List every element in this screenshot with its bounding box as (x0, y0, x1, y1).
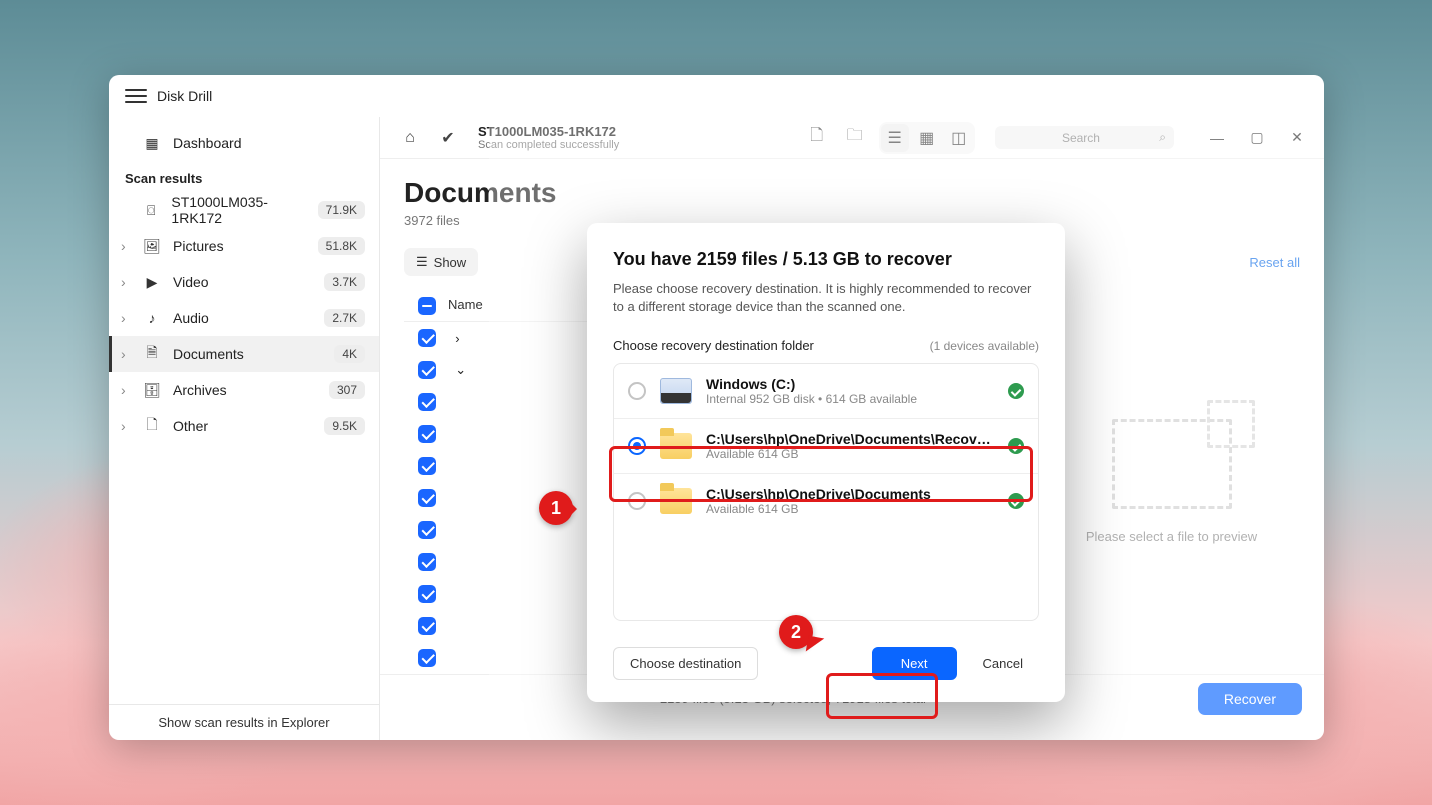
sidebar-item-drive[interactable]: ⌼ ST1000LM035-1RK172 71.9K (109, 192, 379, 228)
select-all-checkbox[interactable] (418, 297, 436, 315)
checkbox[interactable] (418, 489, 436, 507)
checkbox[interactable] (418, 553, 436, 571)
choose-destination-button[interactable]: Choose destination (613, 647, 758, 680)
chevron-right-icon: › (121, 382, 126, 398)
label: Dashboard (173, 135, 242, 151)
count-badge: 2.7K (324, 309, 365, 327)
image-icon: 🖼 (143, 237, 161, 255)
checkbox[interactable] (418, 425, 436, 443)
drive-icon: ⌼ (143, 201, 159, 219)
modal-body: Please choose recovery destination. It i… (613, 280, 1039, 316)
radio[interactable] (628, 382, 646, 400)
destination-list: Windows (C:)Internal 952 GB disk • 614 G… (613, 363, 1039, 621)
recovery-destination-modal: You have 2159 files / 5.13 GB to recover… (587, 223, 1065, 702)
sidebar-item-other[interactable]: › 🗋 Other 9.5K (109, 408, 379, 444)
grid-icon: ▦ (143, 134, 161, 152)
devices-available: (1 devices available) (930, 339, 1039, 353)
checkbox[interactable] (418, 521, 436, 539)
home-icon[interactable]: ⌂ (396, 124, 424, 152)
chevron-right-icon: › (121, 274, 126, 290)
radio[interactable] (628, 492, 646, 510)
music-icon: ♪ (143, 309, 161, 327)
next-button[interactable]: Next (872, 647, 957, 680)
destination-title: C:\Users\hp\OneDrive\Documents (706, 486, 994, 502)
sidebar: ▦ Dashboard Scan results ⌼ ST1000LM035-1… (109, 117, 380, 740)
document-icon: 🗎 (143, 345, 161, 363)
drive-icon (660, 378, 692, 404)
count-badge: 9.5K (324, 417, 365, 435)
destination-sub: Available 614 GB (706, 447, 994, 461)
app-title: Disk Drill (157, 88, 212, 104)
modal-title: You have 2159 files / 5.13 GB to recover (613, 249, 1039, 270)
sidebar-item-archives[interactable]: › 🗄 Archives 307 (109, 372, 379, 408)
folder-icon (660, 433, 692, 459)
show-filter[interactable]: ☰ Show (404, 248, 478, 276)
sidebar-item-video[interactable]: › ▶ Video 3.7K (109, 264, 379, 300)
destination-option-windows-c[interactable]: Windows (C:)Internal 952 GB disk • 614 G… (614, 364, 1038, 418)
checkbox[interactable] (418, 585, 436, 603)
app-window: Disk Drill ▦ Dashboard Scan results ⌼ ST… (109, 75, 1324, 740)
destination-title: Windows (C:) (706, 376, 994, 392)
count-badge: 71.9K (318, 201, 365, 219)
video-icon: ▶ (143, 273, 161, 291)
label: Show (434, 255, 467, 270)
label: Pictures (173, 238, 224, 254)
chevron-right-icon: › (121, 310, 126, 326)
count-badge: 4K (334, 345, 365, 363)
check-icon (1008, 383, 1024, 399)
checkbox[interactable] (418, 617, 436, 635)
destination-sub: Internal 952 GB disk • 614 GB available (706, 392, 994, 406)
status-check-icon: ✔ (434, 124, 462, 152)
destination-title: C:\Users\hp\OneDrive\Documents\Recov… (706, 431, 994, 447)
annotation-marker-2: 2 (779, 615, 813, 649)
chevron-right-icon: › (121, 418, 126, 434)
label: Archives (173, 382, 227, 398)
file-icon: 🗋 (143, 417, 161, 435)
count-badge: 307 (329, 381, 365, 399)
chevron-right-icon: › (121, 346, 126, 362)
count-badge: 3.7K (324, 273, 365, 291)
cancel-button[interactable]: Cancel (967, 648, 1039, 679)
check-icon (1008, 438, 1024, 454)
label: Video (173, 274, 209, 290)
filter-icon: ☰ (416, 254, 428, 270)
folder-icon (660, 488, 692, 514)
sidebar-item-pictures[interactable]: › 🖼 Pictures 51.8K (109, 228, 379, 264)
checkbox[interactable] (418, 457, 436, 475)
checkbox[interactable] (418, 329, 436, 347)
chevron-right-icon: › (121, 238, 126, 254)
archive-icon: 🗄 (143, 381, 161, 399)
destination-sub: Available 614 GB (706, 502, 994, 516)
check-icon (1008, 493, 1024, 509)
menu-icon[interactable] (125, 85, 147, 107)
count-badge: 51.8K (318, 237, 365, 255)
sidebar-item-audio[interactable]: › ♪ Audio 2.7K (109, 300, 379, 336)
radio[interactable] (628, 437, 646, 455)
label: Documents (173, 346, 244, 362)
checkbox[interactable] (418, 361, 436, 379)
annotation-marker-1: 1 (539, 491, 573, 525)
label: Audio (173, 310, 209, 326)
checkbox[interactable] (418, 393, 436, 411)
label: Other (173, 418, 208, 434)
sidebar-item-dashboard[interactable]: ▦ Dashboard (109, 125, 379, 161)
choose-folder-label: Choose recovery destination folder (613, 338, 814, 353)
checkbox[interactable] (418, 649, 436, 667)
sidebar-item-documents[interactable]: › 🗎 Documents 4K (109, 336, 379, 372)
sidebar-section-scan-results: Scan results (109, 161, 379, 192)
destination-option-documents[interactable]: C:\Users\hp\OneDrive\DocumentsAvailable … (614, 473, 1038, 528)
label: ST1000LM035-1RK172 (171, 194, 305, 226)
show-in-explorer-button[interactable]: Show scan results in Explorer (109, 704, 379, 740)
destination-option-recov-folder[interactable]: C:\Users\hp\OneDrive\Documents\Recov…Ava… (614, 418, 1038, 473)
